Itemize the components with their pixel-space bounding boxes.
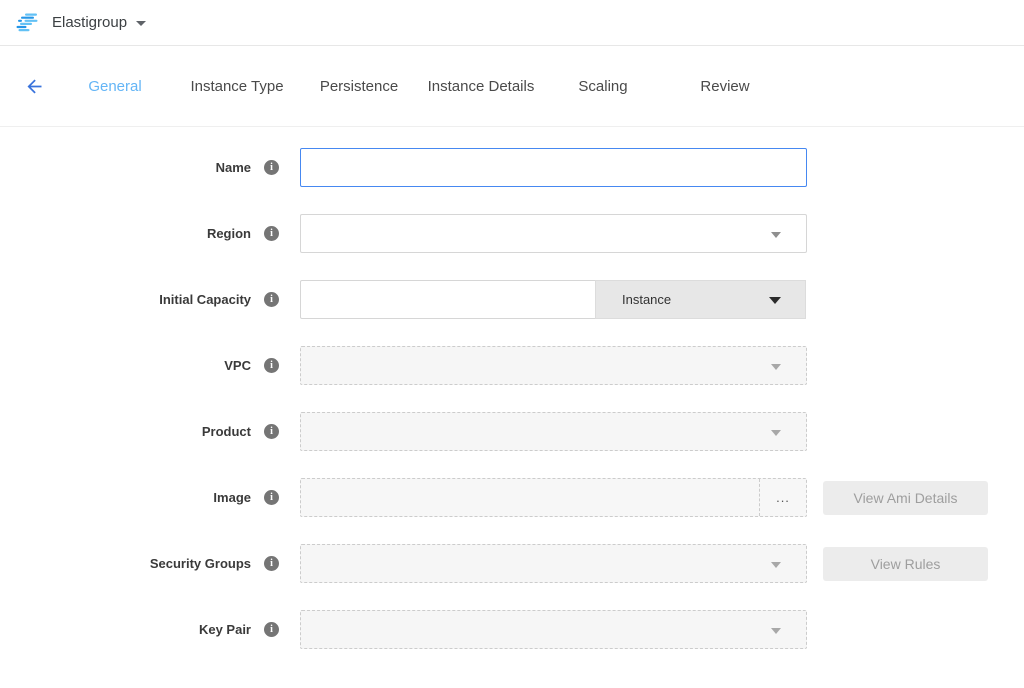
- tab-instance-type[interactable]: Instance Type: [176, 78, 298, 95]
- form-row-region: Region i: [0, 214, 1024, 253]
- region-select[interactable]: [300, 214, 807, 253]
- arrow-left-icon: [24, 76, 45, 97]
- info-icon[interactable]: i: [264, 358, 279, 373]
- chevron-down-icon: [771, 628, 781, 634]
- form-row-key-pair: Key Pair i: [0, 610, 1024, 649]
- vpc-label: VPC: [224, 358, 251, 373]
- name-label: Name: [216, 160, 251, 175]
- general-settings-form: Name i Region i Initial Capacity i: [0, 127, 1024, 649]
- product-select: [300, 412, 807, 451]
- tab-review[interactable]: Review: [664, 78, 786, 95]
- image-picker: ...: [300, 478, 807, 517]
- chevron-down-icon: [771, 562, 781, 568]
- chevron-down-icon: [771, 364, 781, 370]
- tab-scaling[interactable]: Scaling: [542, 78, 664, 95]
- tab-instance-details[interactable]: Instance Details: [420, 78, 542, 95]
- info-icon[interactable]: i: [264, 160, 279, 175]
- capacity-unit-select[interactable]: Instance: [595, 280, 806, 319]
- initial-capacity-input[interactable]: [300, 280, 596, 319]
- form-row-security-groups: Security Groups i View Rules: [0, 544, 1024, 583]
- form-row-vpc: VPC i: [0, 346, 1024, 385]
- form-row-initial-capacity: Initial Capacity i Instance: [0, 280, 1024, 319]
- top-bar: Elastigroup: [0, 0, 1024, 46]
- initial-capacity-label: Initial Capacity: [159, 292, 251, 307]
- chevron-down-icon: [769, 297, 781, 304]
- info-icon[interactable]: i: [264, 424, 279, 439]
- vpc-select: [300, 346, 807, 385]
- view-rules-button: View Rules: [823, 547, 988, 581]
- image-picker-value: [301, 479, 759, 516]
- chevron-down-icon: [771, 430, 781, 436]
- image-label: Image: [213, 490, 251, 505]
- info-icon[interactable]: i: [264, 622, 279, 637]
- key-pair-select: [300, 610, 807, 649]
- back-button[interactable]: [22, 74, 46, 98]
- form-row-image: Image i ... View Ami Details: [0, 478, 1024, 517]
- view-ami-details-button: View Ami Details: [823, 481, 988, 515]
- wizard-tabs: General Instance Type Persistence Instan…: [54, 78, 786, 95]
- product-switcher[interactable]: Elastigroup: [16, 13, 146, 33]
- product-label: Product: [202, 424, 251, 439]
- info-icon[interactable]: i: [264, 292, 279, 307]
- region-label: Region: [207, 226, 251, 241]
- form-row-product: Product i: [0, 412, 1024, 451]
- info-icon[interactable]: i: [264, 490, 279, 505]
- key-pair-label: Key Pair: [199, 622, 251, 637]
- info-icon[interactable]: i: [264, 226, 279, 241]
- form-row-name: Name i: [0, 148, 1024, 187]
- app-title: Elastigroup: [52, 14, 127, 31]
- security-groups-label: Security Groups: [150, 556, 251, 571]
- chevron-down-icon: [771, 232, 781, 238]
- chevron-down-icon: [136, 21, 146, 26]
- security-groups-select: [300, 544, 807, 583]
- capacity-unit-value: Instance: [622, 292, 671, 307]
- wizard-tab-bar: General Instance Type Persistence Instan…: [0, 46, 1024, 127]
- name-input[interactable]: [300, 148, 807, 187]
- tab-general[interactable]: General: [54, 78, 176, 95]
- ellipsis-browse-button: ...: [759, 479, 806, 516]
- elastigroup-logo-icon: [16, 13, 42, 33]
- info-icon[interactable]: i: [264, 556, 279, 571]
- tab-persistence[interactable]: Persistence: [298, 78, 420, 95]
